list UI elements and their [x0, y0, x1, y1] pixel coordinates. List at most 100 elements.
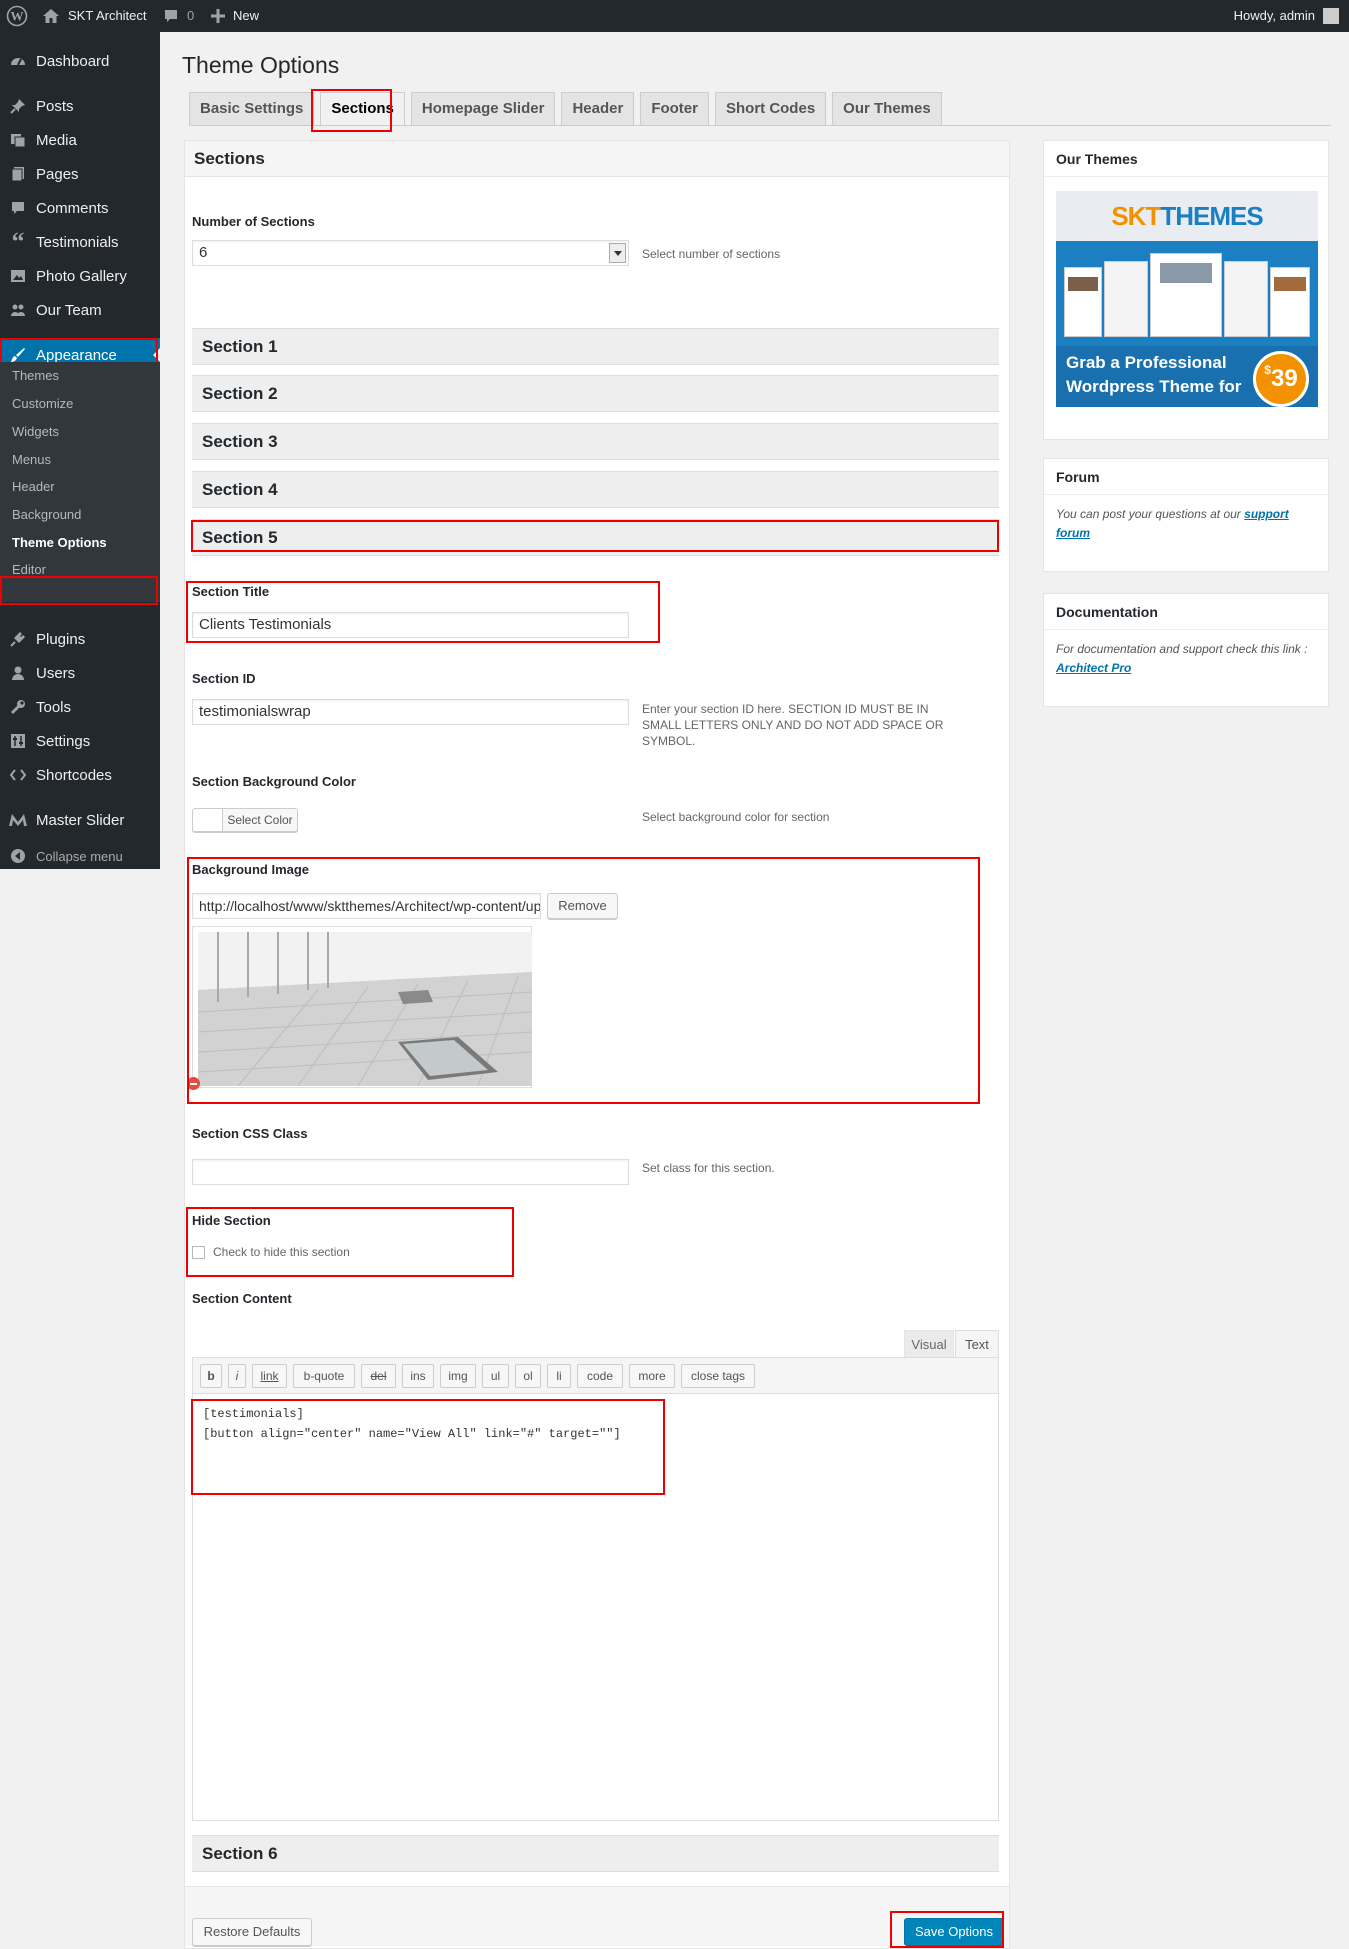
qt-close-tags-button[interactable]: close tags — [681, 1364, 755, 1388]
architect-pro-link[interactable]: Architect Pro — [1056, 661, 1131, 675]
submenu-customize[interactable]: Customize — [12, 396, 73, 411]
section-content-label: Section Content — [192, 1291, 292, 1306]
qt-ul-button[interactable]: ul — [482, 1364, 509, 1388]
quicktags-row: b i link b-quote del ins img ul ol li co… — [200, 1364, 1000, 1388]
menu-testimonials[interactable]: “ Testimonials — [0, 225, 160, 259]
section-3-header[interactable]: Section 3 — [192, 423, 999, 460]
qt-ins-button[interactable]: ins — [402, 1364, 434, 1388]
documentation-body: For documentation and support check this… — [1044, 630, 1328, 688]
menu-shortcodes[interactable]: Shortcodes — [0, 758, 160, 792]
price-badge: $39 — [1253, 351, 1309, 407]
tab-header[interactable]: Header — [561, 92, 635, 126]
menu-label: Shortcodes — [36, 766, 112, 784]
plus-icon — [211, 9, 225, 23]
qt-ol-button[interactable]: ol — [515, 1364, 541, 1388]
comment-icon — [0, 200, 36, 216]
menu-plugins[interactable]: Plugins — [0, 622, 160, 656]
menu-media[interactable]: Media — [0, 123, 160, 157]
section-6-header[interactable]: Section 6 — [192, 1835, 999, 1872]
css-class-desc: Set class for this section. — [642, 1161, 775, 1175]
section-id-input[interactable]: testimonialswrap — [192, 699, 629, 725]
highlight-sections-tab — [311, 89, 392, 132]
editor-tab-text[interactable]: Text — [955, 1330, 999, 1358]
qt-link-button[interactable]: link — [252, 1364, 287, 1388]
documentation-title: Documentation — [1044, 594, 1328, 630]
forum-text: You can post your questions at our — [1056, 507, 1241, 521]
tab-our-themes[interactable]: Our Themes — [832, 92, 942, 126]
appearance-submenu: Themes Customize Widgets Menus Header Ba… — [0, 362, 160, 605]
editor-tab-visual[interactable]: Visual — [904, 1330, 954, 1358]
skt-themes-logo: SKTTHEMES — [1056, 191, 1318, 241]
wordpress-logo-icon[interactable]: W — [6, 0, 28, 32]
menu-tools[interactable]: Tools — [0, 690, 160, 724]
qt-more-button[interactable]: more — [629, 1364, 675, 1388]
pages-icon — [0, 166, 36, 182]
menu-posts[interactable]: Posts — [0, 89, 160, 123]
section-id-desc: Enter your section ID here. SECTION ID M… — [642, 702, 944, 748]
submenu-editor[interactable]: Editor — [12, 562, 46, 577]
section-2-header[interactable]: Section 2 — [192, 375, 999, 412]
submenu-menus[interactable]: Menus — [12, 452, 51, 467]
svg-text:W: W — [11, 9, 24, 24]
qt-bold-button[interactable]: b — [200, 1364, 222, 1388]
qt-img-button[interactable]: img — [440, 1364, 476, 1388]
home-icon — [43, 9, 59, 23]
submenu-theme-options[interactable]: Theme Options — [12, 535, 107, 550]
qt-italic-button[interactable]: i — [228, 1364, 246, 1388]
account-menu[interactable]: Howdy, admin — [1234, 0, 1339, 32]
menu-label: Pages — [36, 165, 79, 183]
section-4-header[interactable]: Section 4 — [192, 471, 999, 508]
main-content: Theme Options Basic Settings Sections Ho… — [160, 32, 1349, 1949]
new-content-link[interactable]: New — [211, 0, 259, 32]
menu-label: Collapse menu — [36, 848, 123, 864]
price-value: 39 — [1270, 365, 1298, 392]
qt-li-button[interactable]: li — [547, 1364, 571, 1388]
submenu-widgets[interactable]: Widgets — [12, 424, 59, 439]
logo-skt: SKT — [1111, 201, 1161, 231]
menu-our-team[interactable]: Our Team — [0, 293, 160, 327]
collapse-menu-button[interactable]: Collapse menu — [0, 839, 160, 873]
menu-master-slider[interactable]: Master Slider — [0, 803, 160, 837]
menu-dashboard[interactable]: Dashboard — [0, 44, 160, 78]
num-sections-label: Number of Sections — [192, 214, 315, 229]
submenu-themes[interactable]: Themes — [12, 368, 59, 383]
tab-homepage-slider[interactable]: Homepage Slider — [410, 92, 556, 126]
css-class-input[interactable] — [192, 1159, 629, 1185]
comment-icon — [165, 10, 177, 22]
documentation-widget: Documentation For documentation and supp… — [1043, 593, 1329, 707]
menu-pages[interactable]: Pages — [0, 157, 160, 191]
skt-themes-banner[interactable]: SKTTHEMES Grab a Professional Wordpress T… — [1056, 191, 1318, 407]
num-sections-desc: Select number of sections — [642, 247, 781, 261]
num-sections-value: 6 — [199, 244, 208, 261]
section-1-header[interactable]: Section 1 — [192, 328, 999, 365]
color-picker-button[interactable]: Select Color — [192, 808, 298, 832]
comments-link[interactable]: 0 — [163, 0, 194, 32]
menu-photo-gallery[interactable]: Photo Gallery — [0, 259, 160, 293]
options-tabs: Basic Settings Sections Homepage Slider … — [189, 92, 942, 126]
site-name: SKT Architect — [68, 8, 147, 23]
menu-comments[interactable]: Comments — [0, 191, 160, 225]
tab-basic-settings[interactable]: Basic Settings — [189, 92, 315, 126]
menu-settings[interactable]: Settings — [0, 724, 160, 758]
menu-users[interactable]: Users — [0, 656, 160, 690]
qt-del-button[interactable]: del — [361, 1364, 396, 1388]
avatar — [1323, 8, 1339, 24]
price-symbol: $ — [1264, 363, 1271, 377]
admin-sidebar: Dashboard Posts Media Pages Comments “ T… — [0, 32, 160, 869]
submenu-header[interactable]: Header — [12, 479, 55, 494]
documentation-text: For documentation and support check this… — [1056, 642, 1308, 656]
highlight-section-title — [186, 581, 660, 643]
tab-short-codes[interactable]: Short Codes — [714, 92, 827, 126]
qt-code-button[interactable]: code — [577, 1364, 623, 1388]
submenu-background[interactable]: Background — [12, 507, 81, 522]
logo-themes: THEMES — [1160, 201, 1263, 231]
chevron-down-icon[interactable] — [609, 243, 626, 263]
qt-bquote-button[interactable]: b-quote — [293, 1364, 355, 1388]
banner-line-2: Wordpress Theme for — [1066, 377, 1242, 396]
tab-footer[interactable]: Footer — [640, 92, 709, 126]
sections-panel: Sections Number of Sections 6 Select num… — [184, 140, 1010, 1949]
num-sections-select[interactable]: 6 — [192, 240, 629, 266]
menu-label: Media — [36, 131, 77, 149]
site-name-link[interactable]: SKT Architect — [42, 0, 147, 32]
restore-defaults-button[interactable]: Restore Defaults — [192, 1918, 312, 1946]
